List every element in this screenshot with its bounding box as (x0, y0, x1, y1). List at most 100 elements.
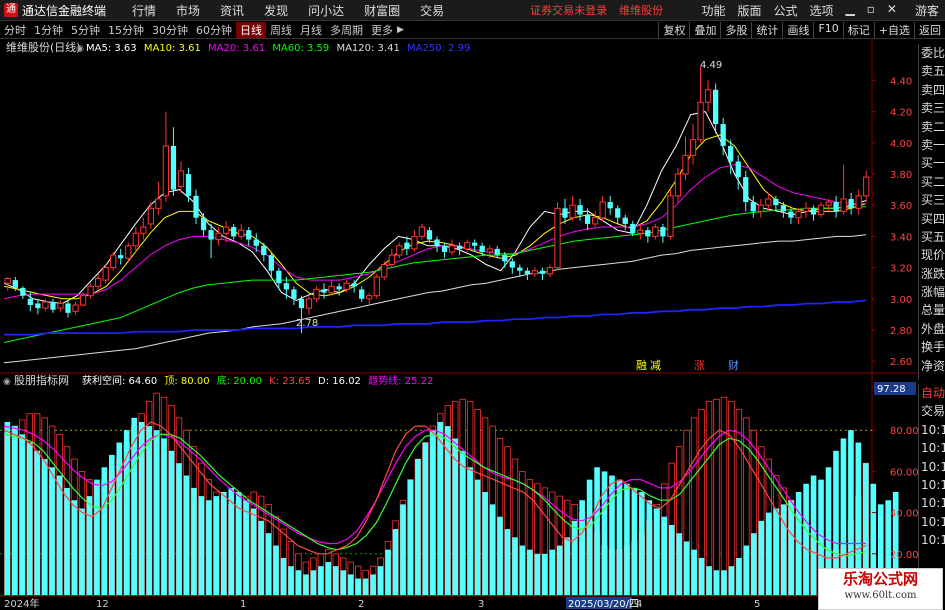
main-panel-title: 维维股份(日线) (6, 40, 81, 54)
candle-body (87, 285, 94, 297)
candle-body (802, 207, 810, 212)
menu-item[interactable]: 财富圈 (354, 2, 410, 19)
cyan-bar (489, 504, 496, 595)
period-tab[interactable]: 月线 (296, 22, 326, 38)
tool-button[interactable]: F10 (813, 21, 842, 38)
cyan-bar (564, 537, 571, 595)
event-tag-limit-up[interactable]: 涨 (694, 359, 705, 372)
cyan-bar (221, 492, 227, 595)
tool-button[interactable]: 统计 (751, 21, 782, 38)
quote-label: 净资 (921, 358, 945, 373)
quote-label: 委比 (921, 46, 945, 60)
cyan-bar (661, 516, 668, 595)
candle-body (524, 270, 531, 274)
period-tab[interactable]: 1分钟 (30, 22, 67, 38)
tool-button[interactable]: 返回 (914, 21, 945, 38)
cyan-bar (534, 553, 541, 595)
tool-button[interactable]: 叠加 (689, 21, 720, 38)
cyan-bar (430, 430, 436, 595)
menu-item[interactable]: 交易 (410, 2, 454, 19)
candle-body (448, 245, 456, 253)
event-tag-finance[interactable]: 财 (728, 358, 739, 372)
candle-body (622, 217, 628, 224)
stock-name: 维维股份 (619, 4, 664, 17)
cyan-bar (467, 467, 473, 595)
y-tick-label: 3.40 (890, 232, 912, 243)
login-notice[interactable]: 证券交易未登录 (524, 2, 613, 18)
cyan-bar (803, 483, 809, 595)
panel-collapse-icon[interactable]: ◉ (3, 377, 11, 387)
period-tab[interactable]: 30分钟 (148, 22, 192, 38)
menu-right-item[interactable]: 功能 (695, 2, 731, 19)
cyan-bar (370, 574, 376, 595)
menu-item[interactable]: 资讯 (210, 2, 254, 19)
tool-button[interactable]: 画线 (782, 21, 813, 38)
event-tag-margin[interactable]: 融 (636, 359, 647, 372)
tool-button[interactable]: 复权 (658, 21, 689, 38)
chart-area[interactable]: 维维股份(日线) ◉ MA5: 3.63 MA10: 3.61 MA20: 3.… (0, 39, 918, 609)
kline-chart[interactable] (3, 66, 870, 364)
event-tag-reduce[interactable]: 减 (650, 359, 661, 372)
quote-label: 卖三 (921, 101, 945, 116)
candle-body (291, 289, 297, 299)
close-icon[interactable]: ✕ (881, 2, 903, 19)
period-tab[interactable]: 60分钟 (192, 22, 236, 38)
menu-right-item[interactable]: 选项 (804, 2, 840, 19)
candle-body (704, 89, 712, 103)
minimize-icon[interactable]: ▁ (840, 2, 861, 19)
cyan-bar (691, 549, 697, 595)
candle-body (118, 255, 124, 259)
tick-time: 10:16 (921, 514, 945, 529)
candle-body (456, 245, 463, 249)
candle-body (20, 287, 26, 296)
period-tab[interactable]: 更多 (367, 22, 397, 38)
guest-label[interactable]: 游客 (909, 2, 945, 19)
candle-body (569, 204, 576, 219)
maximize-icon[interactable]: ▫ (861, 2, 881, 19)
candle-body (502, 255, 508, 262)
panel-collapse-icon[interactable]: ◉ (76, 44, 84, 54)
tool-button[interactable]: +自选 (873, 21, 914, 38)
y-tick-label: 4.40 (890, 76, 912, 87)
ma-line-ma250 (4, 299, 867, 336)
candle-body (743, 177, 749, 203)
candle-body (328, 285, 335, 294)
candle-body (193, 195, 199, 218)
period-tab[interactable]: 分时 (0, 22, 30, 38)
candle-body (795, 210, 802, 219)
cyan-bar (183, 475, 190, 595)
cyan-bar (743, 545, 750, 595)
trade-button[interactable]: 交易 (919, 402, 945, 420)
cyan-bar (736, 557, 742, 595)
tool-button[interactable]: 多股 (720, 21, 751, 38)
candle-body (418, 226, 426, 237)
more-arrow-icon[interactable]: ▶ (397, 25, 404, 35)
menu-right-item[interactable]: 版面 (732, 2, 768, 19)
menu-item[interactable]: 问小达 (298, 2, 354, 19)
indicator-chart[interactable] (0, 392, 899, 596)
period-tab[interactable]: 多周期 (326, 22, 367, 38)
menu-item[interactable]: 行情 (122, 2, 166, 19)
menu-right-item[interactable]: 公式 (768, 2, 804, 19)
candle-body (208, 230, 214, 240)
cyan-bar (586, 479, 593, 595)
cyan-bar (422, 442, 429, 595)
tick-time: 10:16 (921, 477, 945, 492)
cyan-bar (161, 438, 167, 595)
cyan-bar (146, 426, 152, 595)
candle-body (765, 198, 772, 206)
cyan-bar (191, 487, 197, 595)
tool-button[interactable]: 标记 (842, 21, 874, 38)
app-title: 通达信金融终端 (22, 3, 107, 18)
period-tab[interactable]: 15分钟 (104, 22, 148, 38)
y-tick-label: 3.20 (890, 264, 912, 275)
menu-item[interactable]: 市场 (166, 2, 210, 19)
period-tab[interactable]: 5分钟 (67, 22, 104, 38)
y-tick-label: 3.00 (890, 295, 912, 306)
period-tab-active[interactable]: 日线 (236, 21, 266, 38)
period-tab[interactable]: 周线 (266, 22, 296, 38)
auto-trade-button[interactable]: 自动 (919, 384, 945, 402)
menu-item[interactable]: 发现 (254, 2, 298, 19)
x-cursor-date: 2025/03/20/四 (568, 599, 639, 609)
cyan-bar (751, 533, 757, 595)
